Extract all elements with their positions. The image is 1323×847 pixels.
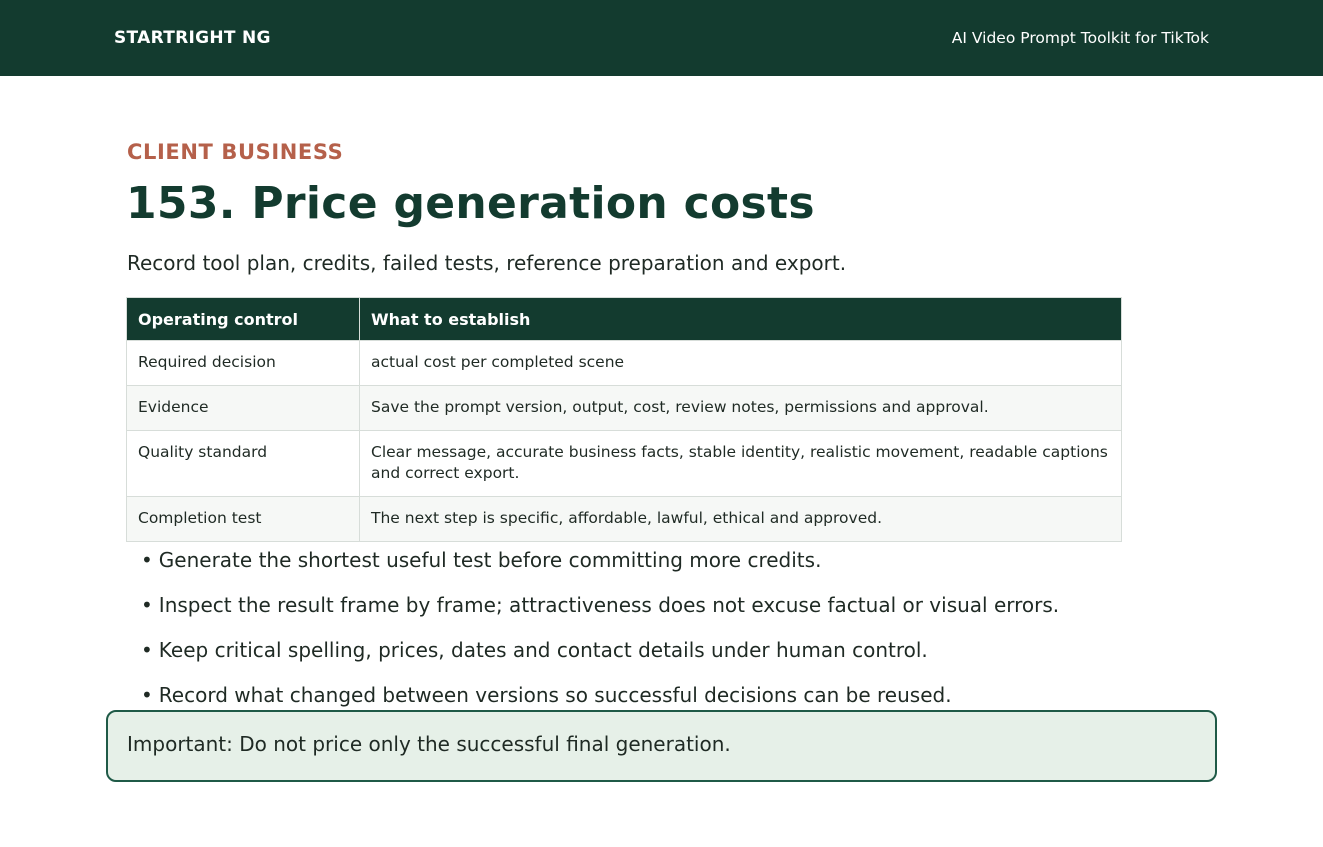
table-cell-establish: The next step is specific, affordable, l… bbox=[359, 496, 1122, 542]
bullet-icon: • bbox=[141, 638, 153, 662]
table-cell-establish: Clear message, accurate business facts, … bbox=[359, 430, 1122, 497]
table-row: Quality standard Clear message, accurate… bbox=[126, 430, 1122, 497]
list-item: • Keep critical spelling, prices, dates a… bbox=[141, 638, 1059, 683]
table-row: Completion test The next step is specifi… bbox=[126, 496, 1122, 542]
brand-name: STARTRIGHT NG bbox=[114, 28, 271, 48]
tips-list: • Generate the shortest useful test befor… bbox=[141, 548, 1059, 728]
table-cell-control: Evidence bbox=[126, 385, 360, 431]
document-title: AI Video Prompt Toolkit for TikTok bbox=[951, 29, 1209, 47]
top-bar: STARTRIGHT NG AI Video Prompt Toolkit fo… bbox=[0, 0, 1323, 76]
table-row: Required decision actual cost per comple… bbox=[126, 340, 1122, 386]
list-item-text: Record what changed between versions so … bbox=[158, 683, 952, 707]
column-header: What to establish bbox=[359, 297, 1122, 341]
list-item: • Inspect the result frame by frame; attr… bbox=[141, 593, 1059, 638]
table-cell-establish: Save the prompt version, output, cost, r… bbox=[359, 385, 1122, 431]
bullet-icon: • bbox=[141, 593, 153, 617]
table-cell-control: Required decision bbox=[126, 340, 360, 386]
list-item-text: Generate the shortest useful test before… bbox=[158, 548, 822, 572]
table-cell-establish: actual cost per completed scene bbox=[359, 340, 1122, 386]
callout-text: Important: Do not price only the success… bbox=[127, 732, 731, 756]
list-item-text: Keep critical spelling, prices, dates an… bbox=[158, 638, 928, 662]
list-item: • Generate the shortest useful test befor… bbox=[141, 548, 1059, 593]
table-header-row: Operating control What to establish bbox=[126, 297, 1122, 341]
bullet-icon: • bbox=[141, 683, 153, 707]
intro-text: Record tool plan, credits, failed tests,… bbox=[127, 251, 847, 275]
table-cell-control: Completion test bbox=[126, 496, 360, 542]
controls-table: Operating control What to establish Requ… bbox=[126, 297, 1122, 542]
page-title: 153. Price generation costs bbox=[126, 178, 815, 229]
table-row: Evidence Save the prompt version, output… bbox=[126, 385, 1122, 431]
table-cell-control: Quality standard bbox=[126, 430, 360, 497]
column-header: Operating control bbox=[126, 297, 360, 341]
section-eyebrow: CLIENT BUSINESS bbox=[127, 140, 344, 164]
list-item-text: Inspect the result frame by frame; attra… bbox=[158, 593, 1060, 617]
bullet-icon: • bbox=[141, 548, 153, 572]
important-callout: Important: Do not price only the success… bbox=[106, 710, 1217, 782]
